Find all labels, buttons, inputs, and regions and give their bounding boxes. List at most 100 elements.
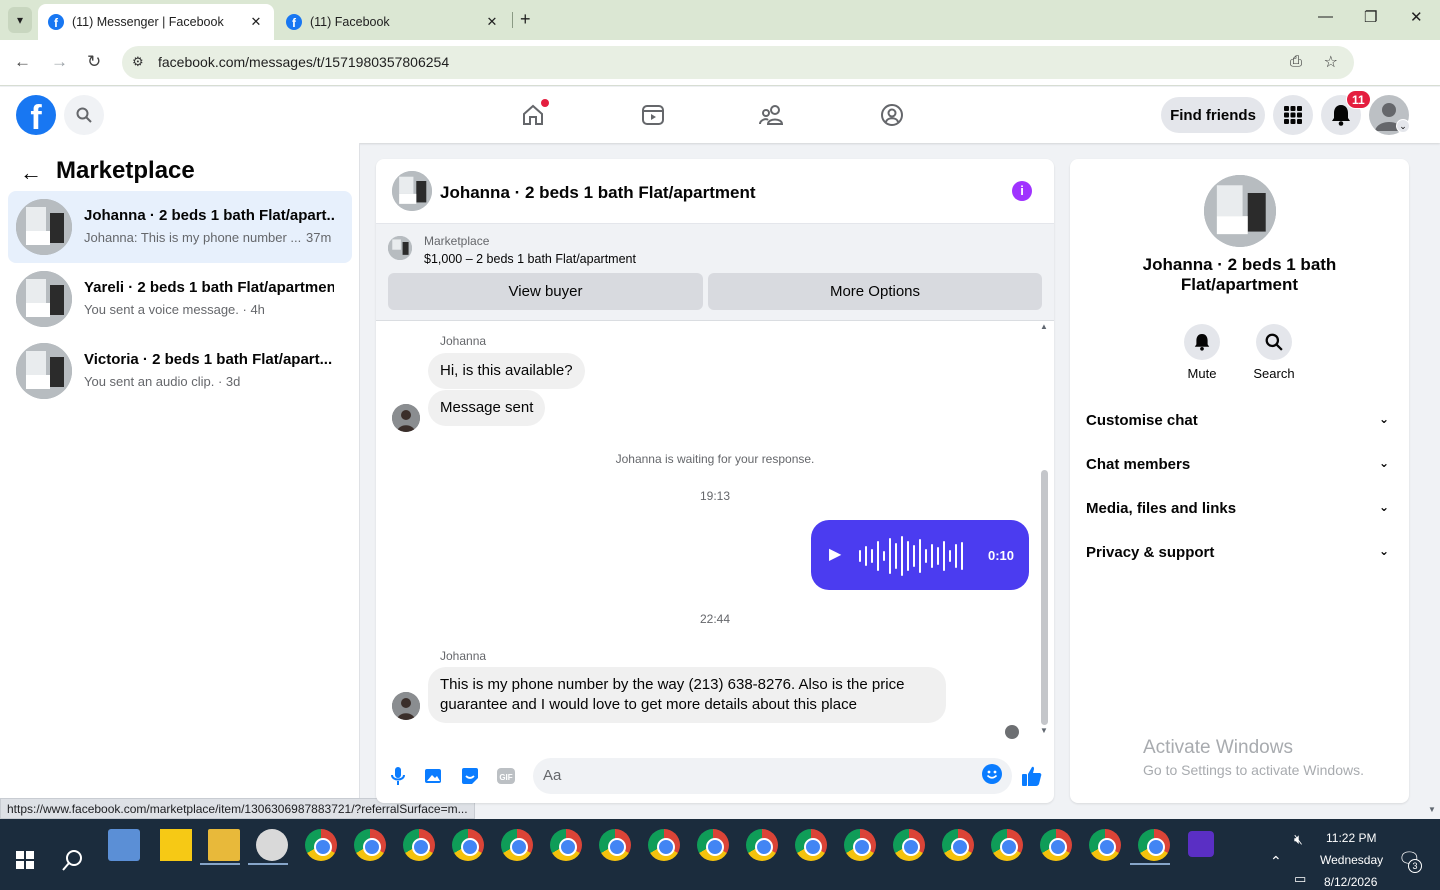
- chrome-icon[interactable]: [893, 829, 925, 861]
- reload-button[interactable]: ↻: [87, 52, 101, 72]
- emoji-icon[interactable]: [982, 764, 1002, 784]
- account-chevron-icon[interactable]: ⌄: [1396, 119, 1410, 133]
- show-hidden-icons-button[interactable]: ⌃: [1270, 853, 1282, 870]
- listing-price-title[interactable]: $1,000 – 2 beds 1 bath Flat/apartment: [424, 252, 636, 266]
- start-button[interactable]: [16, 851, 34, 874]
- app-icon[interactable]: [256, 829, 288, 861]
- chat-scrollbar[interactable]: [1041, 470, 1048, 725]
- message-input[interactable]: Aa: [533, 758, 1012, 794]
- file-explorer-icon[interactable]: [208, 829, 240, 861]
- chrome-icon[interactable]: [844, 829, 876, 861]
- sender-avatar[interactable]: [392, 692, 420, 720]
- menu-grid-button[interactable]: [1273, 95, 1313, 135]
- taskbar-search-button[interactable]: [62, 849, 84, 876]
- back-button[interactable]: ←: [14, 52, 31, 72]
- message-bubble[interactable]: This is my phone number by the way (213)…: [428, 667, 946, 723]
- search-icon: [62, 850, 82, 871]
- scroll-down-arrow-icon[interactable]: ▼: [1040, 726, 1048, 735]
- close-tab-icon[interactable]: ✕: [248, 14, 264, 30]
- gif-icon[interactable]: GIF: [495, 765, 517, 787]
- sender-avatar[interactable]: [392, 404, 420, 432]
- volume-muted-icon[interactable]: 🔇︎: [1294, 831, 1303, 848]
- chrome-icon[interactable]: [746, 829, 778, 861]
- sticky-notes-icon[interactable]: [160, 829, 192, 861]
- clock-day[interactable]: Wednesday: [1320, 853, 1383, 867]
- chrome-icon[interactable]: [501, 829, 533, 861]
- play-icon[interactable]: ▶: [829, 544, 841, 564]
- forward-button[interactable]: →: [51, 52, 68, 72]
- clock-time[interactable]: 11:22 PM: [1326, 831, 1376, 845]
- restore-button[interactable]: ❐: [1364, 8, 1377, 26]
- chrome-icon[interactable]: [1040, 829, 1072, 861]
- url-text[interactable]: facebook.com/messages/t/1571980357806254: [158, 54, 449, 70]
- chrome-icon[interactable]: [452, 829, 484, 861]
- omnibox[interactable]: ⚙ facebook.com/messages/t/15719803578062…: [122, 46, 1354, 79]
- tab-messenger[interactable]: f (11) Messenger | Facebook ✕: [38, 4, 274, 40]
- customise-chat-section[interactable]: Customise chat ⌄: [1086, 412, 1393, 442]
- video-nav-button[interactable]: [638, 100, 668, 130]
- listing-thumbnail: [16, 343, 72, 399]
- friends-nav-button[interactable]: [757, 100, 787, 130]
- photo-icon[interactable]: [423, 765, 445, 787]
- chrome-icon[interactable]: [942, 829, 974, 861]
- chrome-icon[interactable]: [648, 829, 680, 861]
- microphone-icon[interactable]: [387, 765, 409, 787]
- chrome-icon[interactable]: [1089, 829, 1121, 861]
- media-files-section[interactable]: Media, files and links ⌄: [1086, 500, 1393, 530]
- sticker-icon[interactable]: [459, 765, 481, 787]
- contact-avatar[interactable]: [1204, 175, 1276, 247]
- mute-button[interactable]: Mute: [1172, 324, 1232, 381]
- install-app-icon[interactable]: ⎙: [1290, 53, 1302, 70]
- back-arrow-icon[interactable]: ←: [20, 160, 42, 186]
- chrome-icon[interactable]: [550, 829, 582, 861]
- conversation-item[interactable]: Johanna · 2 beds 1 bath Flat/apart... Jo…: [8, 191, 352, 263]
- computer-app-icon[interactable]: [108, 829, 140, 861]
- facebook-logo-icon[interactable]: f: [16, 95, 56, 135]
- message-composer: GIF Aa: [376, 753, 1054, 803]
- bell-icon: [1194, 334, 1210, 351]
- chrome-icon[interactable]: [599, 829, 631, 861]
- windows-taskbar: ⌃ 🔇︎ ▭ 11:22 PM Wednesday 8/12/2026 🗨︎ 3: [0, 819, 1440, 890]
- section-label: Customise chat: [1086, 412, 1198, 429]
- page-scroll-down-arrow-icon[interactable]: ▼: [1428, 805, 1436, 814]
- bookmark-star-icon[interactable]: ☆: [1324, 52, 1338, 72]
- privacy-support-section[interactable]: Privacy & support ⌄: [1086, 544, 1393, 574]
- chrome-icon[interactable]: [305, 829, 337, 861]
- scroll-up-arrow-icon[interactable]: ▲: [1040, 322, 1048, 331]
- chrome-icon[interactable]: [1138, 829, 1170, 861]
- more-options-button[interactable]: More Options: [708, 273, 1042, 310]
- app-icon[interactable]: [1188, 831, 1214, 857]
- close-window-button[interactable]: ✕: [1410, 8, 1423, 26]
- message-bubble[interactable]: Hi, is this available?: [428, 353, 585, 389]
- chrome-icon[interactable]: [697, 829, 729, 861]
- view-buyer-button[interactable]: View buyer: [388, 273, 703, 310]
- conversation-item[interactable]: Yareli · 2 beds 1 bath Flat/apartment Yo…: [8, 263, 352, 335]
- tab-search-button[interactable]: ▾: [8, 7, 32, 33]
- chrome-icon[interactable]: [403, 829, 435, 861]
- network-icon[interactable]: ▭: [1294, 871, 1306, 887]
- voice-message[interactable]: ▶ 0:10: [811, 520, 1029, 590]
- find-friends-button[interactable]: Find friends: [1161, 97, 1265, 133]
- close-tab-icon[interactable]: ✕: [484, 14, 500, 30]
- message-bubble[interactable]: Message sent: [428, 390, 546, 426]
- conversation-item[interactable]: Victoria · 2 beds 1 bath Flat/apart... Y…: [8, 335, 352, 407]
- chrome-icon[interactable]: [991, 829, 1023, 861]
- chat-members-section[interactable]: Chat members ⌄: [1086, 456, 1393, 486]
- tab-facebook[interactable]: f (11) Facebook ✕: [276, 4, 510, 40]
- gaming-nav-button[interactable]: [877, 100, 907, 130]
- taskbar-active-indicator: [248, 863, 288, 865]
- info-icon[interactable]: i: [1012, 181, 1032, 201]
- clock-date[interactable]: 8/12/2026: [1324, 875, 1377, 889]
- chat-title[interactable]: Johanna · 2 beds 1 bath Flat/apartment: [440, 183, 756, 203]
- minimize-button[interactable]: —: [1318, 8, 1333, 25]
- thumbs-up-icon[interactable]: [1021, 765, 1043, 787]
- search-button[interactable]: [64, 95, 104, 135]
- contact-name: Johanna · 2 beds 1 bath Flat/apartment: [1142, 255, 1337, 294]
- site-info-icon[interactable]: ⚙: [132, 54, 144, 70]
- search-in-chat-button[interactable]: Search: [1244, 324, 1304, 381]
- new-tab-button[interactable]: +: [520, 9, 531, 30]
- chat-avatar[interactable]: [392, 171, 432, 211]
- chrome-icon[interactable]: [795, 829, 827, 861]
- search-label: Search: [1253, 366, 1295, 381]
- chrome-icon[interactable]: [354, 829, 386, 861]
